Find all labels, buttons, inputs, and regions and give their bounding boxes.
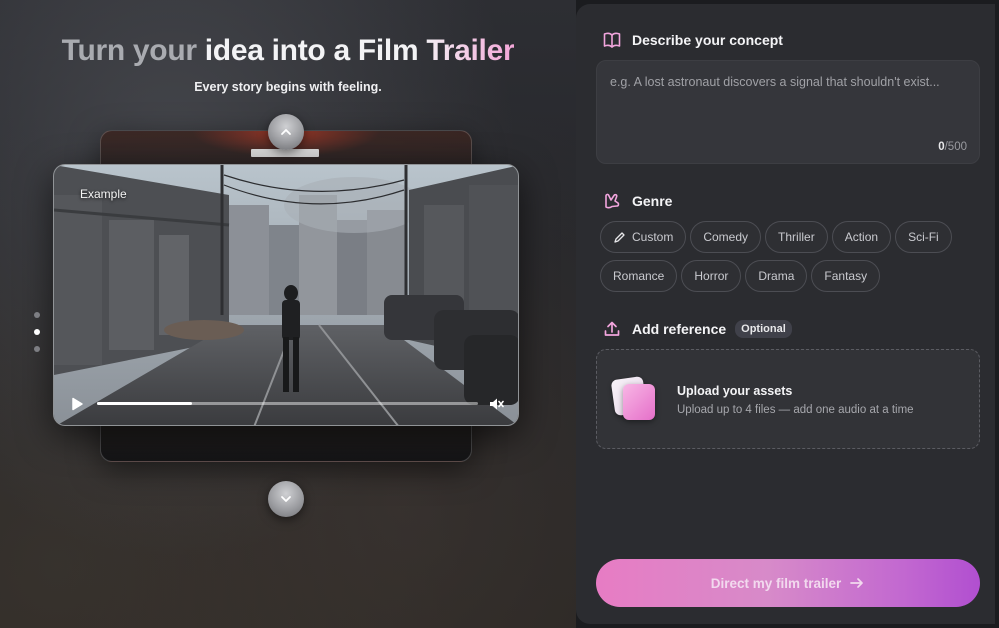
carousel-up-button[interactable]	[268, 114, 304, 150]
carousel-down-button[interactable]	[268, 481, 304, 517]
genre-chip-comedy[interactable]: Comedy	[690, 221, 762, 253]
concept-section-title: Describe your concept	[602, 30, 783, 50]
genre-chip-label: Comedy	[703, 230, 749, 244]
direct-trailer-button[interactable]: Direct my film trailer	[596, 559, 980, 607]
video-frame	[54, 165, 518, 425]
genre-chip-row: Custom Comedy Thriller Action Sci-Fi	[600, 221, 980, 253]
example-video-player[interactable]: Example	[53, 164, 519, 426]
genre-chip-label: Romance	[613, 269, 665, 283]
genre-chip-label: Drama	[758, 269, 795, 283]
chevron-up-icon	[281, 129, 291, 135]
page-title: Turn your idea into a Film Trailer	[0, 34, 576, 68]
arrow-right-icon	[850, 578, 864, 588]
left-preview-panel: Turn your idea into a Film Trailer Every…	[0, 0, 576, 628]
genre-chip-label: Thriller	[778, 230, 815, 244]
upload-subtitle: Upload up to 4 files — add one audio at …	[677, 404, 914, 416]
reference-title-label: Add reference	[632, 321, 727, 337]
upload-title: Upload your assets	[677, 384, 793, 398]
genre-chips: Custom Comedy Thriller Action Sci-Fi Romance…	[600, 221, 980, 299]
carousel-dot[interactable]	[34, 312, 40, 318]
genre-chip-label: Horror	[694, 269, 729, 283]
genre-chip-row: Romance Horror Drama Fantasy	[600, 260, 980, 292]
genre-chip-custom[interactable]: Custom	[600, 221, 687, 253]
character-counter: 0/500	[938, 141, 967, 153]
upload-dropzone[interactable]: Upload your assets Upload up to 4 files …	[596, 349, 980, 449]
genre-chip-action[interactable]: Action	[831, 221, 892, 253]
genre-chip-romance[interactable]: Romance	[600, 260, 678, 292]
book-icon	[603, 32, 621, 48]
genre-chip-sci-fi[interactable]: Sci-Fi	[895, 221, 952, 253]
card-bottom	[101, 425, 471, 461]
page-subtitle: Every story begins with feeling.	[194, 80, 382, 94]
genre-chip-label: Sci-Fi	[908, 230, 939, 244]
palette-icon	[605, 193, 620, 209]
title-part-1: Turn your	[61, 34, 205, 67]
genre-chip-drama[interactable]: Drama	[745, 260, 808, 292]
carousel-dots	[34, 312, 40, 363]
concept-placeholder: e.g. A lost astronaut discovers a signal…	[610, 75, 940, 89]
video-progress-bar[interactable]	[97, 402, 478, 405]
video-progress-fill	[97, 402, 193, 405]
cta-label: Direct my film trailer	[710, 575, 842, 591]
mute-icon[interactable]	[488, 396, 504, 412]
play-icon[interactable]	[70, 397, 84, 411]
reference-section-title: Add reference Optional	[602, 319, 792, 339]
example-tag: Example	[80, 187, 127, 201]
genre-title-label: Genre	[632, 193, 673, 209]
genre-chip-horror[interactable]: Horror	[681, 260, 742, 292]
thumbnail-front	[623, 384, 655, 420]
genre-chip-label: Custom	[632, 230, 674, 244]
character-count-max: /500	[944, 141, 967, 153]
title-part-3: Film Trailer	[357, 34, 515, 67]
upload-thumbnails-icon	[610, 375, 659, 422]
genre-chip-label: Fantasy	[824, 269, 868, 283]
right-form-panel: Describe your concept e.g. A lost astron…	[576, 4, 995, 624]
carousel-dot[interactable]	[34, 329, 40, 335]
genre-section-title: Genre	[602, 191, 672, 211]
title-part-2: idea into a	[204, 34, 358, 67]
concept-textarea[interactable]: e.g. A lost astronaut discovers a signal…	[596, 60, 980, 164]
genre-chip-thriller[interactable]: Thriller	[765, 221, 828, 253]
upload-icon	[604, 321, 620, 336]
carousel-dot[interactable]	[34, 346, 40, 352]
card-light-stripe	[251, 149, 319, 157]
concept-title-label: Describe your concept	[632, 32, 783, 48]
chevron-down-icon	[281, 496, 291, 502]
genre-chip-fantasy[interactable]: Fantasy	[811, 260, 881, 292]
genre-chip-label: Action	[844, 230, 879, 244]
pencil-icon	[614, 231, 625, 243]
optional-badge: Optional	[735, 320, 792, 338]
